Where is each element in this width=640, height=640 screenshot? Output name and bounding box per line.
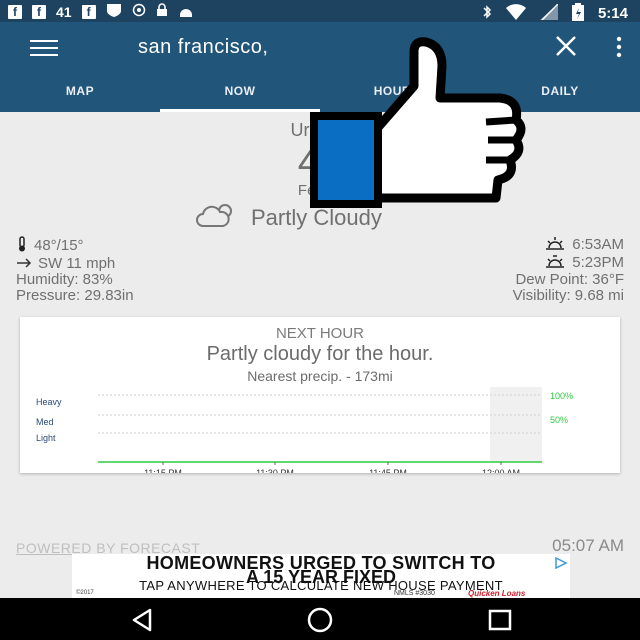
sync-icon bbox=[132, 3, 146, 20]
sunrise-time: 6:53AM bbox=[572, 236, 624, 253]
sunset-time: 5:23PM bbox=[572, 254, 624, 271]
bluetooth-icon bbox=[482, 4, 492, 23]
chart-tick-label: 11:30 PM bbox=[256, 468, 294, 473]
thumbs-up-icon bbox=[310, 37, 526, 208]
hi-lo-temps: 48°/15° bbox=[34, 237, 84, 254]
signal-icon bbox=[539, 3, 559, 23]
chart-level-label: Light bbox=[36, 433, 56, 443]
recents-icon[interactable] bbox=[486, 606, 514, 634]
back-icon[interactable] bbox=[128, 606, 156, 634]
thermometer-icon bbox=[16, 236, 28, 256]
ad-banner[interactable]: HOMEOWNERS URGED TO SWITCH TO A 15 YEAR … bbox=[72, 554, 570, 598]
stats-left: 48°/15° SW 11 mph Humidity: 83% Pressure… bbox=[16, 236, 134, 304]
close-icon[interactable] bbox=[554, 34, 578, 58]
chart-tick-label: 12:00 AM bbox=[482, 468, 520, 473]
sunset-icon bbox=[544, 254, 566, 272]
facebook-icon: f bbox=[8, 4, 22, 19]
wind-arrow-icon bbox=[16, 256, 32, 272]
lock-icon bbox=[156, 3, 168, 20]
tab-map[interactable]: MAP bbox=[0, 74, 160, 112]
android-icon bbox=[178, 3, 194, 20]
chart-shade bbox=[490, 387, 542, 462]
ad-brand: Quicken Loans bbox=[468, 589, 526, 598]
ad-copyright: ©2017 bbox=[76, 590, 94, 596]
facebook-icon: f bbox=[32, 4, 46, 19]
dew-point: Dew Point: 36°F bbox=[515, 271, 624, 288]
condition-text: Partly Cloudy bbox=[251, 205, 382, 230]
battery-icon bbox=[571, 3, 584, 24]
overflow-menu-icon[interactable] bbox=[615, 36, 623, 58]
chart-tick-label: 11:45 PM bbox=[369, 468, 407, 473]
visibility: Visibility: 9.68 mi bbox=[512, 287, 624, 304]
search-input[interactable]: san francisco, bbox=[138, 36, 268, 59]
precip-chart: Heavy Med Light 100% 50% 11:15 PM 11:30 PM 11:4… bbox=[36, 387, 573, 473]
chart-percent-label: 50% bbox=[550, 415, 568, 425]
chart-tick-label: 11:15 PM bbox=[144, 468, 182, 473]
status-bar: f f 41 f 5:14 bbox=[0, 0, 640, 22]
wifi-icon bbox=[505, 4, 526, 23]
navigation-bar bbox=[0, 598, 640, 640]
next-hour-title: NEXT HOUR bbox=[275, 325, 365, 342]
hamburger-menu-icon[interactable] bbox=[30, 40, 58, 58]
facebook-icon: f bbox=[81, 4, 96, 19]
status-time: 5:14 bbox=[597, 4, 628, 22]
chart-level-label: Med bbox=[36, 417, 54, 427]
nfl-icon bbox=[106, 3, 122, 20]
chart-level-label: Heavy bbox=[36, 397, 62, 407]
next-hour-card: NEXT HOUR Partly cloudy for the hour. Ne… bbox=[20, 317, 620, 473]
chart-percent-label: 100% bbox=[550, 391, 573, 401]
ad-choices-icon[interactable] bbox=[554, 556, 568, 570]
updated-time: 05:07 AM bbox=[552, 536, 624, 555]
notification-count: 41 bbox=[56, 3, 72, 20]
nearest-precip: Nearest precip. - 173mi bbox=[247, 368, 393, 384]
ad-nmls: NMLS #3030 bbox=[394, 590, 435, 597]
pressure: Pressure: 29.83in bbox=[16, 287, 134, 304]
humidity: Humidity: 83% bbox=[16, 271, 113, 288]
tab-now[interactable]: NOW bbox=[160, 74, 320, 112]
stats-right: 6:53AM 5:23PM Dew Point: 36°F Visibility… bbox=[513, 236, 624, 304]
home-icon[interactable] bbox=[306, 606, 334, 634]
sunrise-icon bbox=[544, 236, 566, 254]
next-hour-summary: Partly cloudy for the hour. bbox=[206, 343, 434, 365]
partly-cloudy-icon bbox=[195, 202, 239, 234]
wind-speed: SW 11 mph bbox=[38, 255, 116, 272]
